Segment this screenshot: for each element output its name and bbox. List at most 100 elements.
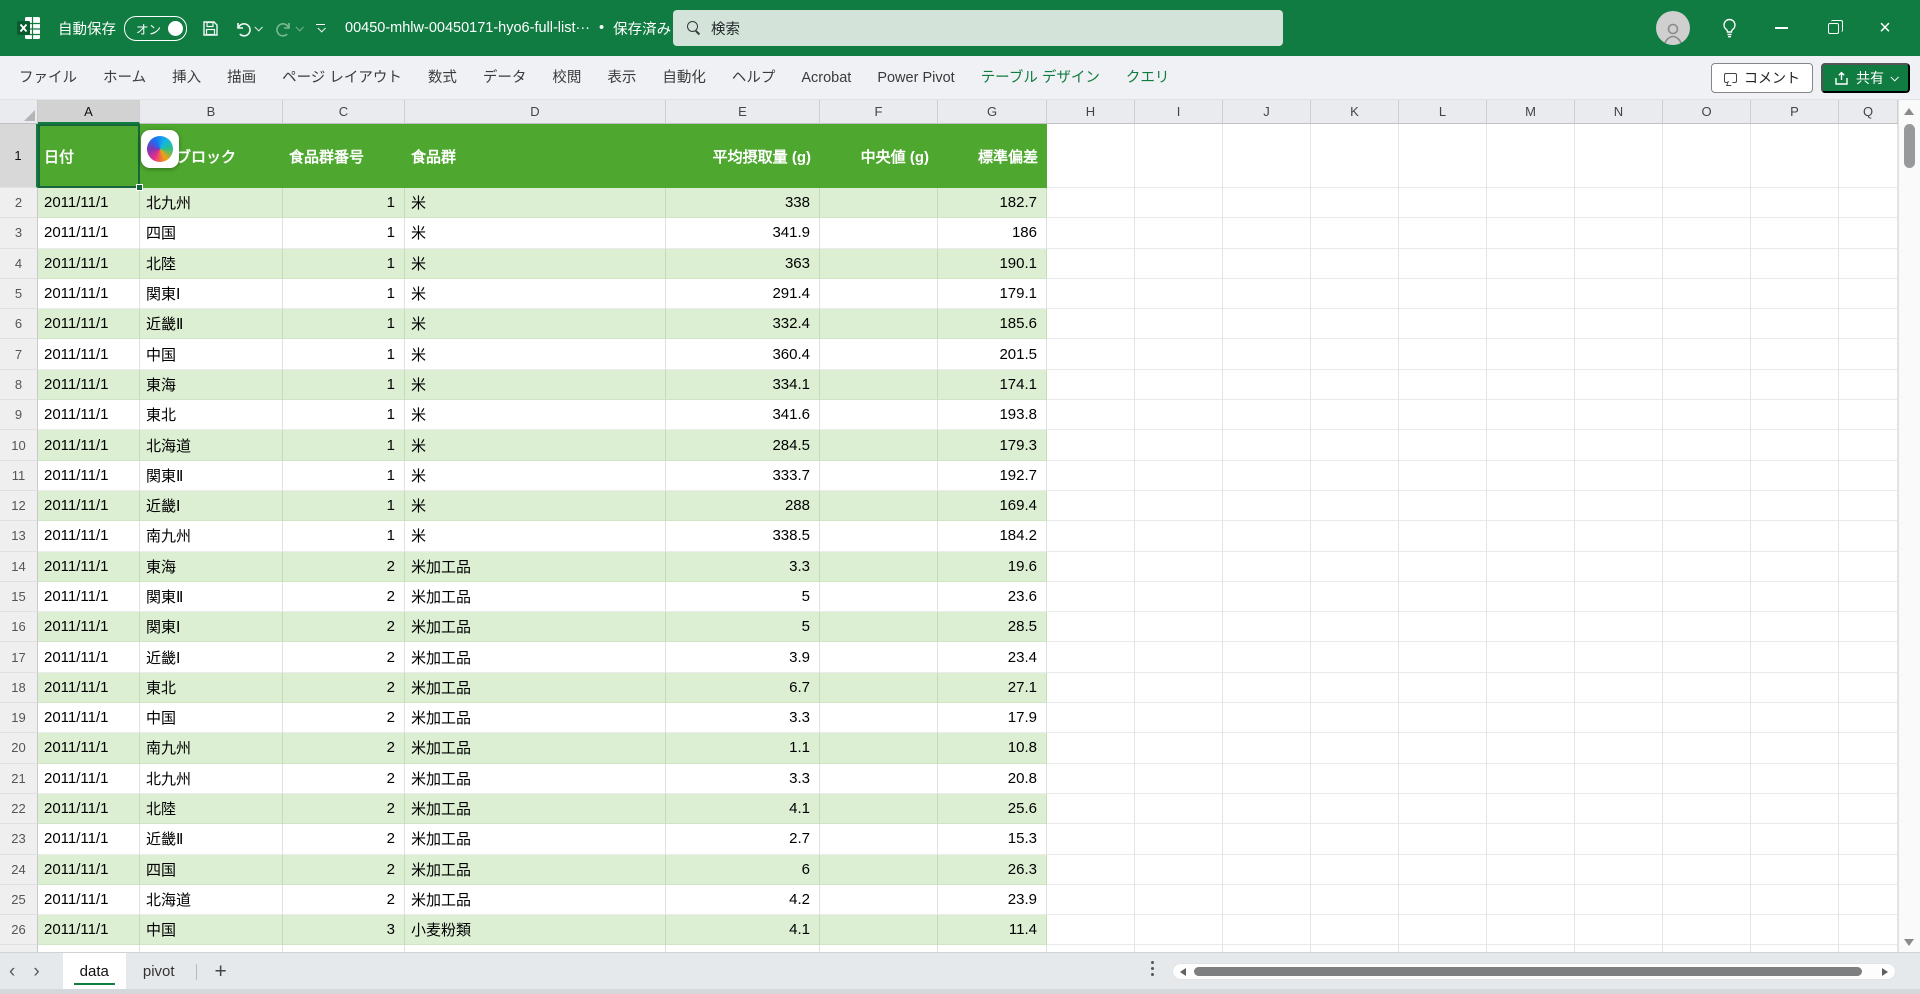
cell-D3[interactable]: 米 — [405, 218, 666, 248]
cell-Q9[interactable] — [1839, 400, 1898, 430]
column-header-F[interactable]: F — [820, 100, 938, 124]
cell-Q1[interactable] — [1839, 124, 1898, 188]
cell-I9[interactable] — [1135, 400, 1223, 430]
cell-F23[interactable] — [820, 824, 938, 854]
account-avatar[interactable] — [1656, 11, 1690, 45]
cell-M21[interactable] — [1487, 764, 1575, 794]
cell-Q24[interactable] — [1839, 855, 1898, 885]
column-header-E[interactable]: E — [666, 100, 820, 124]
cell-E26[interactable]: 4.1 — [666, 915, 820, 945]
cell-K21[interactable] — [1311, 764, 1399, 794]
cell-N1[interactable] — [1575, 124, 1663, 188]
cell-O11[interactable] — [1663, 461, 1751, 491]
cell-N12[interactable] — [1575, 491, 1663, 521]
cell-B8[interactable]: 東海 — [140, 370, 283, 400]
cell-O8[interactable] — [1663, 370, 1751, 400]
cell-A27[interactable]: 2011/11/1 — [38, 945, 140, 952]
cell-K3[interactable] — [1311, 218, 1399, 248]
cell-O9[interactable] — [1663, 400, 1751, 430]
cell-J2[interactable] — [1223, 188, 1311, 218]
cell-M14[interactable] — [1487, 552, 1575, 582]
cell-G16[interactable]: 28.5 — [938, 612, 1047, 642]
column-header-B[interactable]: B — [140, 100, 283, 124]
cell-Q17[interactable] — [1839, 642, 1898, 672]
cell-O25[interactable] — [1663, 885, 1751, 915]
row-header-24[interactable]: 24 — [0, 855, 38, 885]
cell-H8[interactable] — [1047, 370, 1135, 400]
cell-Q21[interactable] — [1839, 764, 1898, 794]
cell-J17[interactable] — [1223, 642, 1311, 672]
cell-C8[interactable]: 1 — [283, 370, 405, 400]
cell-K20[interactable] — [1311, 733, 1399, 763]
cell-P22[interactable] — [1751, 794, 1839, 824]
cell-D26[interactable]: 小麦粉類 — [405, 915, 666, 945]
cell-M9[interactable] — [1487, 400, 1575, 430]
cell-A19[interactable]: 2011/11/1 — [38, 703, 140, 733]
cell-I21[interactable] — [1135, 764, 1223, 794]
cell-N11[interactable] — [1575, 461, 1663, 491]
cell-E24[interactable]: 6 — [666, 855, 820, 885]
column-header-P[interactable]: P — [1751, 100, 1839, 124]
cell-B7[interactable]: 中国 — [140, 339, 283, 369]
cell-F24[interactable] — [820, 855, 938, 885]
ribbon-tab-表示[interactable]: 表示 — [594, 56, 649, 100]
cell-A21[interactable]: 2011/11/1 — [38, 764, 140, 794]
cell-N25[interactable] — [1575, 885, 1663, 915]
row-header-6[interactable]: 6 — [0, 309, 38, 339]
cell-P13[interactable] — [1751, 521, 1839, 551]
cell-Q19[interactable] — [1839, 703, 1898, 733]
cell-K26[interactable] — [1311, 915, 1399, 945]
cell-I14[interactable] — [1135, 552, 1223, 582]
cell-P19[interactable] — [1751, 703, 1839, 733]
cell-A12[interactable]: 2011/11/1 — [38, 491, 140, 521]
cell-O3[interactable] — [1663, 218, 1751, 248]
cell-C10[interactable]: 1 — [283, 430, 405, 460]
sheet-tab-data[interactable]: data — [63, 953, 126, 990]
cell-C18[interactable]: 2 — [283, 673, 405, 703]
ribbon-tab-Power Pivot[interactable]: Power Pivot — [864, 56, 967, 100]
cell-G24[interactable]: 26.3 — [938, 855, 1047, 885]
cell-M20[interactable] — [1487, 733, 1575, 763]
share-button[interactable]: 共有 — [1821, 63, 1910, 93]
ribbon-tab-描画[interactable]: 描画 — [214, 56, 269, 100]
cell-F2[interactable] — [820, 188, 938, 218]
cell-Q12[interactable] — [1839, 491, 1898, 521]
horizontal-scrollbar[interactable] — [1172, 963, 1896, 980]
cell-G17[interactable]: 23.4 — [938, 642, 1047, 672]
cell-P3[interactable] — [1751, 218, 1839, 248]
cell-H19[interactable] — [1047, 703, 1135, 733]
cell-C15[interactable]: 2 — [283, 582, 405, 612]
column-header-I[interactable]: I — [1135, 100, 1223, 124]
row-header-3[interactable]: 3 — [0, 218, 38, 248]
cell-Q4[interactable] — [1839, 249, 1898, 279]
ribbon-tab-ファイル[interactable]: ファイル — [6, 56, 90, 100]
cell-O15[interactable] — [1663, 582, 1751, 612]
cell-D22[interactable]: 米加工品 — [405, 794, 666, 824]
cell-L24[interactable] — [1399, 855, 1487, 885]
cell-F20[interactable] — [820, 733, 938, 763]
cell-F9[interactable] — [820, 400, 938, 430]
cell-K14[interactable] — [1311, 552, 1399, 582]
cell-G22[interactable]: 25.6 — [938, 794, 1047, 824]
cell-A5[interactable]: 2011/11/1 — [38, 279, 140, 309]
cell-B2[interactable]: 北九州 — [140, 188, 283, 218]
sheet-more-icon[interactable] — [1148, 961, 1156, 976]
cell-M1[interactable] — [1487, 124, 1575, 188]
cell-B25[interactable]: 北海道 — [140, 885, 283, 915]
cell-Q27[interactable] — [1839, 945, 1898, 952]
cell-P1[interactable] — [1751, 124, 1839, 188]
row-header-16[interactable]: 16 — [0, 612, 38, 642]
cell-A14[interactable]: 2011/11/1 — [38, 552, 140, 582]
ribbon-tab-テーブル デザイン[interactable]: テーブル デザイン — [968, 56, 1113, 100]
cell-N17[interactable] — [1575, 642, 1663, 672]
cell-F10[interactable] — [820, 430, 938, 460]
cell-A17[interactable]: 2011/11/1 — [38, 642, 140, 672]
cell-K1[interactable] — [1311, 124, 1399, 188]
row-header-7[interactable]: 7 — [0, 339, 38, 369]
cell-L21[interactable] — [1399, 764, 1487, 794]
cell-M13[interactable] — [1487, 521, 1575, 551]
row-header-26[interactable]: 26 — [0, 915, 38, 945]
cell-I22[interactable] — [1135, 794, 1223, 824]
copilot-icon[interactable] — [141, 130, 179, 168]
cell-A11[interactable]: 2011/11/1 — [38, 461, 140, 491]
